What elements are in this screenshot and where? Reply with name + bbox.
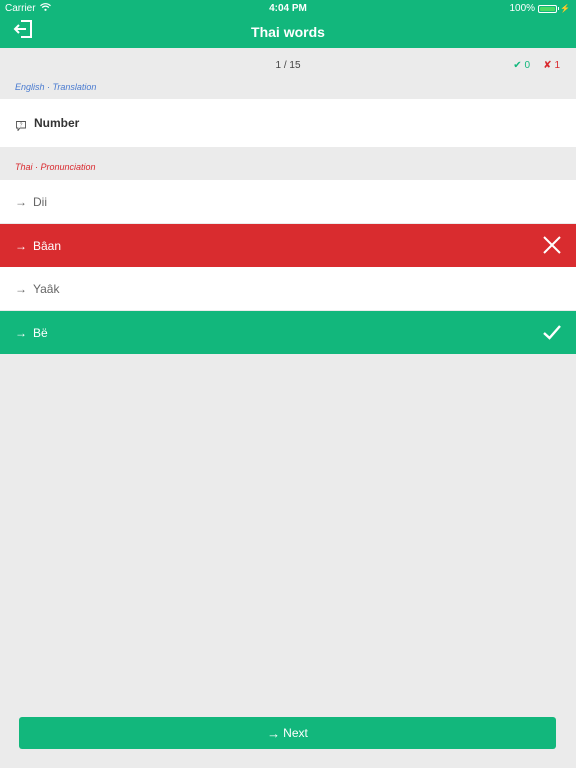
status-time: 4:04 PM bbox=[269, 3, 307, 14]
lightning-icon: ⚡ bbox=[560, 4, 570, 13]
header-bar: Carrier 4:04 PM 100% ⚡ Thai words bbox=[0, 0, 576, 48]
answer-text: Yaâk bbox=[33, 281, 60, 296]
status-right: 100% ⚡ bbox=[509, 3, 570, 14]
progress-row: 1 / 15 ✔ 0 ✘ 1 bbox=[0, 56, 576, 76]
answer-option[interactable]: → Yaâk bbox=[0, 267, 576, 310]
next-label: Next bbox=[283, 726, 308, 740]
answer-text: Bë bbox=[33, 325, 48, 340]
question-card: ? Number bbox=[0, 99, 576, 147]
battery-icon: ⚡ bbox=[538, 4, 570, 13]
checkmark-icon bbox=[542, 322, 562, 342]
answer-text: Dii bbox=[33, 194, 47, 209]
arrow-icon: → bbox=[15, 325, 27, 340]
question-bubble-icon: ? bbox=[16, 118, 26, 132]
answer-option-correct[interactable]: → Bë bbox=[0, 311, 576, 354]
status-bar: Carrier 4:04 PM 100% ⚡ bbox=[0, 0, 576, 16]
next-button[interactable]: → Next bbox=[19, 717, 556, 749]
wrong-count: ✘ 1 bbox=[543, 60, 560, 71]
arrow-right-icon: → bbox=[267, 725, 281, 741]
answer-text: Bâan bbox=[33, 238, 62, 253]
arrow-icon: → bbox=[15, 238, 27, 253]
progress-counter: 1 / 15 bbox=[275, 60, 301, 71]
page-title: Thai words bbox=[251, 24, 325, 40]
answers-section-label: Thai · Pronunciation bbox=[15, 162, 96, 172]
arrow-icon: → bbox=[15, 194, 27, 209]
correct-count: ✔ 0 bbox=[513, 60, 530, 71]
question-text: Number bbox=[34, 116, 80, 130]
arrow-icon: → bbox=[15, 281, 27, 296]
answer-option-wrong[interactable]: → Bâan bbox=[0, 224, 576, 267]
battery-percent: 100% bbox=[509, 3, 536, 14]
question-section-label: English · Translation bbox=[15, 82, 97, 92]
svg-text:?: ? bbox=[20, 123, 23, 129]
cross-icon bbox=[542, 235, 562, 255]
answer-option[interactable]: → Dii bbox=[0, 180, 576, 223]
